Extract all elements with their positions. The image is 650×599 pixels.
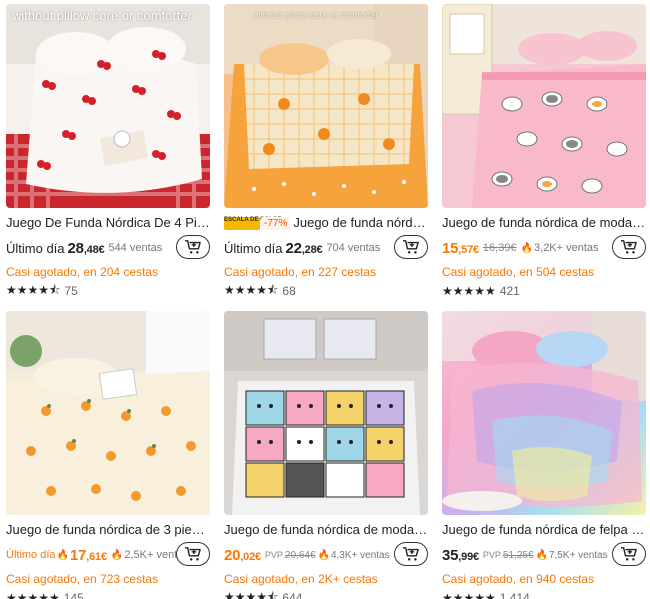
- product-title[interactable]: Juego de funda nórdica de moda de...: [224, 521, 428, 539]
- star-rating-icon: ★★★★★: [442, 284, 496, 298]
- price-row: Último día 28,48€ 544 ventas: [6, 234, 210, 262]
- stock-status: Casi agotado, en 204 cestas: [6, 265, 159, 279]
- rating[interactable]: ★★★★★ 145: [6, 590, 210, 599]
- stock-status: Casi agotado, en 940 cestas: [442, 572, 595, 586]
- product-title[interactable]: ESCALA DE COLOR -77% Juego de funda nórdic…: [224, 214, 428, 232]
- add-to-cart-button[interactable]: [176, 542, 210, 566]
- discount-percent: -77%: [261, 217, 291, 231]
- discount-badge: ESCALA DE COLOR -77%: [224, 217, 291, 231]
- fire-icon: 🔥: [56, 549, 69, 561]
- product-grid: without pillow core or comforter Juego D…: [0, 0, 650, 599]
- review-count: 145: [63, 591, 84, 599]
- star-rating-icon: ★★★★⯪: [6, 282, 61, 297]
- sales-count: 704 ventas: [326, 242, 381, 254]
- add-to-cart-button[interactable]: [612, 235, 646, 259]
- pvp-label: PVP: [482, 550, 501, 560]
- product-card[interactable]: Juego de funda nórdica de 3 piezas ... Ú…: [6, 311, 210, 599]
- add-to-cart-icon: [621, 240, 637, 254]
- price: 28,48€: [67, 239, 105, 257]
- price-row: Último día 22,28€ 704 ventas: [224, 234, 428, 262]
- add-to-cart-button[interactable]: [176, 235, 210, 259]
- product-image[interactable]: [224, 311, 428, 515]
- price-label: Último día: [6, 240, 65, 256]
- stock-status: Casi agotado, en 227 cestas: [224, 265, 377, 279]
- product-image[interactable]: without pillow core or comforter: [6, 4, 210, 208]
- orange-fruit-bedding-photo: [6, 311, 210, 515]
- pvp-label: PVP: [264, 550, 283, 560]
- rating[interactable]: ★★★★⯪ 75: [6, 283, 210, 299]
- add-to-cart-icon: [403, 240, 419, 254]
- stock-status: Casi agotado, en 504 cestas: [442, 265, 595, 279]
- price-row: 15,57€ 16,39€ 🔥 3,2K+ ventas: [442, 234, 646, 262]
- add-to-cart-icon: [403, 547, 419, 561]
- sales-count: 544 ventas: [108, 242, 163, 254]
- price: 17,61€: [69, 546, 107, 564]
- product-image[interactable]: [442, 4, 646, 208]
- add-to-cart-button[interactable]: [394, 542, 428, 566]
- review-count: 421: [499, 284, 520, 298]
- product-card[interactable]: Juego de funda nórdica de felpa teñ... 3…: [442, 311, 646, 599]
- review-count: 75: [64, 284, 78, 298]
- product-card[interactable]: without pillow core or comforter Juego D…: [6, 4, 210, 299]
- review-count: 1.414: [499, 591, 530, 599]
- price: 22,28€: [285, 239, 323, 257]
- fire-icon: 🔥: [110, 549, 124, 561]
- price: 20,02€: [224, 546, 261, 564]
- rating[interactable]: ★★★★⯪ 68: [224, 283, 428, 299]
- price-row: 35,99€ PVP 51,25€ 🔥 7,5K+ ventas: [442, 541, 646, 569]
- product-image[interactable]: [6, 311, 210, 515]
- price-row: 20,02€ PVP 20,64€ 🔥 4,3K+ ventas: [224, 541, 428, 569]
- price-row: Último día 🔥 17,61€ 🔥 2,5K+ ventas: [6, 541, 210, 569]
- orange-gingham-bedding-photo: [224, 4, 428, 208]
- fire-icon: 🔥: [535, 549, 548, 561]
- sales-count: 7,5K+ ventas: [548, 549, 608, 561]
- product-title[interactable]: Juego de funda nórdica de felpa teñ...: [442, 521, 646, 539]
- star-rating-icon: ★★★★⯪: [224, 589, 279, 599]
- product-image[interactable]: [442, 311, 646, 515]
- add-to-cart-icon: [185, 240, 201, 254]
- price-label: Último día: [6, 549, 56, 561]
- add-to-cart-icon: [621, 547, 637, 561]
- rating[interactable]: ★★★★★ 1.414: [442, 590, 646, 599]
- price: 35,99€: [442, 546, 479, 564]
- product-card[interactable]: Juego de funda nórdica de moda y l... 15…: [442, 4, 646, 299]
- original-price: 20,64€: [284, 549, 316, 561]
- cherry-bedding-photo: [6, 4, 210, 208]
- brand-badge: ESCALA DE COLOR: [224, 217, 282, 231]
- add-to-cart-button[interactable]: [612, 542, 646, 566]
- product-card[interactable]: without pillow core or comforter ESCALA …: [224, 4, 428, 299]
- pink-cat-bedding-photo: [442, 4, 646, 208]
- product-title-text: Juego de funda nórdica...: [293, 215, 428, 230]
- stock-status: Casi agotado, en 2K+ cestas: [224, 572, 378, 586]
- price: 15,57€: [442, 239, 479, 257]
- add-to-cart-icon: [185, 547, 201, 561]
- add-to-cart-button[interactable]: [394, 235, 428, 259]
- rating[interactable]: ★★★★★ 421: [442, 283, 646, 299]
- rating[interactable]: ★★★★⯪ 644: [224, 590, 428, 599]
- sales-count: 3,2K+ ventas: [534, 242, 599, 254]
- review-count: 644: [282, 591, 303, 599]
- star-rating-icon: ★★★★★: [6, 591, 60, 599]
- sales-count: 4,3K+ ventas: [330, 549, 390, 561]
- image-overlay-text: without pillow core or comforter: [254, 10, 379, 20]
- product-title[interactable]: Juego De Funda Nórdica De 4 Piezas ...: [6, 214, 210, 232]
- cartoon-cats-bedding-photo: [224, 311, 428, 515]
- stock-status: Casi agotado, en 723 cestas: [6, 572, 159, 586]
- fire-icon: 🔥: [317, 549, 330, 561]
- fire-icon: 🔥: [520, 242, 534, 254]
- review-count: 68: [282, 284, 296, 298]
- product-title[interactable]: Juego de funda nórdica de moda y l...: [442, 214, 646, 232]
- price-label: Último día: [224, 240, 283, 256]
- star-rating-icon: ★★★★⯪: [224, 282, 279, 297]
- product-card[interactable]: Juego de funda nórdica de moda de... 20,…: [224, 311, 428, 599]
- original-price: 16,39€: [482, 242, 517, 254]
- star-rating-icon: ★★★★★: [442, 591, 496, 599]
- product-image[interactable]: without pillow core or comforter: [224, 4, 428, 208]
- product-title[interactable]: Juego de funda nórdica de 3 piezas ...: [6, 521, 210, 539]
- original-price: 51,25€: [502, 549, 534, 561]
- image-overlay-text: without pillow core or comforter: [12, 8, 192, 23]
- rainbow-plush-bedding-photo: [442, 311, 646, 511]
